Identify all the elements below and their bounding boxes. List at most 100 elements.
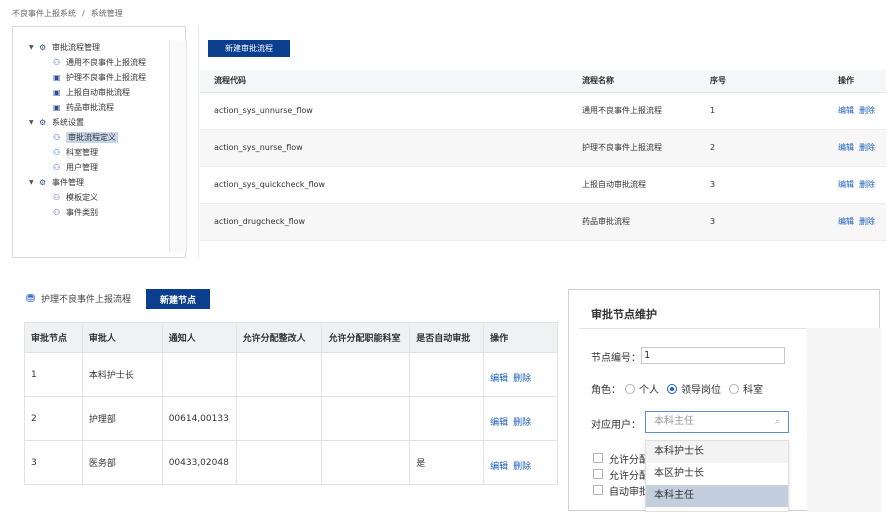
caret-down-icon[interactable]: ▼ <box>29 179 39 186</box>
caret-down-icon[interactable]: ▼ <box>29 44 39 51</box>
user-icon: ⚇ <box>53 58 61 67</box>
tree-item-users[interactable]: ⚇ 用户管理 <box>53 161 98 174</box>
edit-link[interactable]: 编辑 <box>838 106 854 115</box>
notify <box>162 352 237 397</box>
gear-icon: ⚙ <box>39 178 47 187</box>
check-assign-rectifier[interactable]: 允许分配整改人 <box>593 450 649 466</box>
table-row: action_drugcheck_flow 药品审批流程 3 编辑 删除 <box>200 203 886 241</box>
tree-group-settings[interactable]: ▼ ⚙ 系统设置 <box>29 116 84 129</box>
delete-link[interactable]: 删除 <box>859 143 875 152</box>
check-label: 允许分配职能科室 <box>609 470 649 482</box>
radio-department-label: 科室 <box>743 385 763 396</box>
delete-link[interactable]: 删除 <box>513 462 531 472</box>
assign-dept <box>321 396 411 441</box>
checkbox[interactable] <box>593 453 603 463</box>
edit-link[interactable]: 编辑 <box>490 462 508 472</box>
checkbox[interactable] <box>593 485 603 495</box>
dropdown-option-selected[interactable]: 本科主任 <box>646 485 788 507</box>
new-flow-button[interactable]: 新建审批流程 <box>208 40 290 57</box>
row-actions: 编辑 删除 <box>824 92 886 130</box>
node-number-label: 节点编号： <box>591 353 641 364</box>
check-label: 自动审批 <box>609 486 649 498</box>
tree-item-auto-flow[interactable]: ▣ 上报自动审批流程 <box>53 86 130 99</box>
user-dropdown: 本科护士长 本区护士长 本科主任 <box>645 440 789 512</box>
approver: 护理部 <box>82 396 163 441</box>
dropdown-option[interactable]: 本区护士长 <box>646 463 788 485</box>
tree-group-approval-flows[interactable]: ▼ ⚙ 审批流程管理 <box>29 41 100 54</box>
edit-link[interactable]: 编辑 <box>838 180 854 189</box>
delete-link[interactable]: 删除 <box>859 180 875 189</box>
tree-item-flow-definition[interactable]: ⚇ 审批流程定义 <box>53 131 118 144</box>
delete-link[interactable]: 删除 <box>513 418 531 428</box>
tree-group-events[interactable]: ▼ ⚙ 事件管理 <box>29 176 84 189</box>
user-select[interactable]: 本科主任 ⌕ <box>645 411 789 433</box>
node-panel-title: ⛃ 护理不良事件上报流程 <box>26 292 131 305</box>
delete-link[interactable]: 删除 <box>513 374 531 384</box>
tree-item-event-types[interactable]: ⚇ 事件类别 <box>53 206 98 219</box>
workflow-icon: ⛃ <box>26 292 36 305</box>
tree-group-label: 系统设置 <box>52 118 84 127</box>
flow-table: 流程代码 流程名称 序号 操作 action_sys_unnurse_flow … <box>200 70 886 241</box>
delete-link[interactable]: 删除 <box>859 217 875 226</box>
tree-group-label: 审批流程管理 <box>52 43 100 52</box>
edit-link[interactable]: 编辑 <box>490 418 508 428</box>
tree-scrollbar[interactable] <box>169 41 187 253</box>
edit-link[interactable]: 编辑 <box>838 143 854 152</box>
table-row: action_sys_nurse_flow 护理不良事件上报流程 2 编辑 删除 <box>200 129 886 167</box>
dropdown-option[interactable]: 本科护士长 <box>646 441 788 463</box>
tree-item-label: 护理不良事件上报流程 <box>66 73 146 82</box>
check-assign-dept[interactable]: 允许分配职能科室 <box>593 466 649 482</box>
new-node-button[interactable]: 新建节点 <box>146 289 210 309</box>
assign-dept <box>321 440 411 485</box>
table-row: 3 医务部 00433,02048 是 编辑 删除 <box>24 440 558 485</box>
table-row: 2 护理部 00614,00133 编辑 删除 <box>24 396 558 441</box>
node-number-input[interactable]: 1 <box>641 347 785 364</box>
user-icon: ⚇ <box>53 163 61 172</box>
dialog-title: 审批节点维护 <box>591 308 657 321</box>
flow-name: 上报自动审批流程 <box>568 166 696 204</box>
node-panel-title-text: 护理不良事件上报流程 <box>41 295 132 305</box>
role-radio-group: 个人 领导岗位 科室 <box>625 381 771 396</box>
breadcrumb-current: 系统管理 <box>90 9 123 18</box>
user-icon: ⚇ <box>53 193 61 202</box>
assign-rectifier <box>236 352 323 397</box>
breadcrumb-root[interactable]: 不良事件上报系统 <box>12 9 76 18</box>
row-actions: 编辑 删除 <box>824 203 886 241</box>
edit-link[interactable]: 编辑 <box>490 374 508 384</box>
tree-item-drug-flow[interactable]: ▣ 药品审批流程 <box>53 101 114 114</box>
column-header: 流程代码 <box>200 70 568 93</box>
document-icon: ▣ <box>53 88 61 97</box>
tree-item-general-flow[interactable]: ⚇ 通用不良事件上报流程 <box>53 56 146 69</box>
edit-link[interactable]: 编辑 <box>838 217 854 226</box>
tree-item-department[interactable]: ⚇ 科室管理 <box>53 146 98 159</box>
flow-name: 药品审批流程 <box>568 203 696 241</box>
radio-department[interactable] <box>729 383 739 394</box>
search-icon: ⌕ <box>774 417 780 427</box>
column-header: 审批人 <box>82 322 163 353</box>
delete-link[interactable]: 删除 <box>859 106 875 115</box>
role-label: 角色： <box>591 385 621 396</box>
table-row: action_sys_quickcheck_flow 上报自动审批流程 3 编辑… <box>200 166 886 204</box>
flow-seq: 3 <box>696 203 824 241</box>
notify: 00433,02048 <box>162 440 237 485</box>
radio-leader[interactable] <box>667 383 677 394</box>
tree-item-label: 审批流程定义 <box>66 132 118 143</box>
approver: 本科护士长 <box>82 352 163 397</box>
check-auto-approve[interactable]: 自动审批 <box>593 482 649 498</box>
flow-seq: 2 <box>696 129 824 167</box>
radio-personal[interactable] <box>625 383 635 394</box>
tree-item-label: 科室管理 <box>66 148 98 157</box>
document-icon: ▣ <box>53 103 61 112</box>
user-icon: ⚇ <box>53 208 61 217</box>
table-row: 1 本科护士长 编辑 删除 <box>24 352 558 397</box>
table-row: action_sys_unnurse_flow 通用不良事件上报流程 1 编辑删… <box>200 92 886 130</box>
flow-name: 护理不良事件上报流程 <box>568 129 696 167</box>
flow-code: action_sys_unnurse_flow <box>200 92 568 130</box>
column-header: 操作 <box>483 322 558 353</box>
tree-item-nurse-flow[interactable]: ▣ 护理不良事件上报流程 <box>53 71 146 84</box>
approver: 医务部 <box>82 440 163 485</box>
caret-down-icon[interactable]: ▼ <box>29 119 39 126</box>
tree-item-templates[interactable]: ⚇ 模板定义 <box>53 191 98 204</box>
radio-personal-label: 个人 <box>639 385 659 396</box>
checkbox[interactable] <box>593 469 603 479</box>
